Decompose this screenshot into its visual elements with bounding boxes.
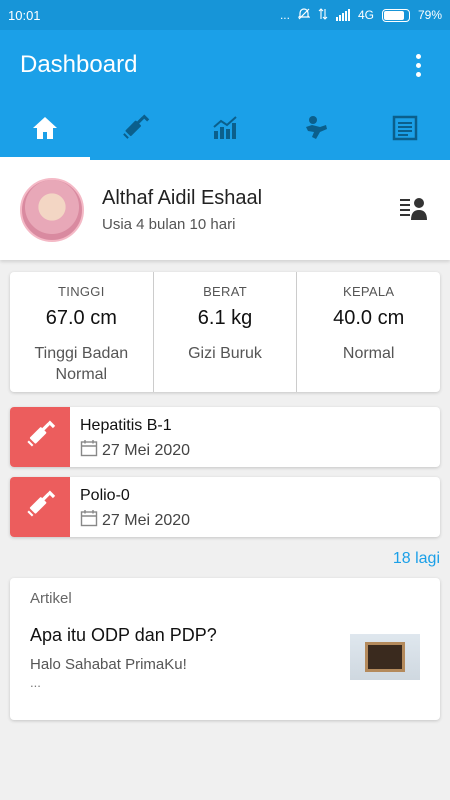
- article-card[interactable]: Artikel Apa itu ODP dan PDP? Halo Sahaba…: [10, 578, 440, 720]
- page-title: Dashboard: [20, 51, 138, 78]
- article-thumbnail: [350, 634, 420, 680]
- tab-development[interactable]: [270, 100, 360, 160]
- syringe-icon: [24, 489, 56, 526]
- status-time: 10:01: [8, 7, 41, 23]
- vaccine-date-row: 27 Mei 2020: [80, 439, 190, 462]
- child-name: Althaf Aidil Eshaal: [102, 187, 263, 209]
- notes-icon: [390, 113, 420, 148]
- stat-label: KEPALA: [342, 284, 395, 299]
- network-type: 4G: [357, 8, 374, 22]
- child-age: Usia 4 bulan 10 hari: [102, 216, 236, 233]
- stat-label: TINGGI: [58, 284, 105, 299]
- data-transfer-icon: [318, 7, 328, 23]
- avatar: [20, 178, 84, 242]
- stat-weight: BERAT 6.1 kg Gizi Buruk: [154, 272, 298, 392]
- stat-height: TINGGI 67.0 cm Tinggi Badan Normal: [10, 272, 154, 392]
- stat-value: 40.0 cm: [333, 307, 405, 329]
- stat-status: Tinggi Badan Normal: [34, 345, 129, 383]
- home-icon: [30, 113, 60, 148]
- tab-bar: [0, 100, 450, 160]
- article-section-label: Artikel: [30, 590, 72, 607]
- stat-label: BERAT: [203, 284, 247, 299]
- signal-icon: [335, 9, 350, 21]
- switch-profile-button[interactable]: [396, 193, 430, 227]
- vaccine-badge: [10, 477, 70, 537]
- syringe-icon: [120, 113, 150, 148]
- stat-value: 67.0 cm: [45, 307, 117, 329]
- tab-notes[interactable]: [360, 100, 450, 160]
- growth-stats-card[interactable]: TINGGI 67.0 cm Tinggi Badan Normal BERAT…: [10, 272, 440, 392]
- vaccine-item[interactable]: Polio-0 27 Mei 2020: [10, 477, 440, 537]
- stat-status: Gizi Buruk: [188, 345, 262, 362]
- battery-icon: [381, 8, 410, 22]
- app-bar: Dashboard: [0, 30, 450, 100]
- child-development-icon: [300, 113, 330, 148]
- vaccine-date-row: 27 Mei 2020: [80, 509, 190, 532]
- notification-dots: ...: [279, 8, 290, 22]
- growth-chart-icon: [210, 113, 240, 148]
- stat-status: Normal: [342, 345, 395, 362]
- tab-immunization[interactable]: [90, 100, 180, 160]
- calendar-icon: [80, 509, 98, 532]
- status-bar: 10:01 ... 4G 79%: [0, 0, 450, 30]
- stat-value: 6.1 kg: [197, 307, 253, 329]
- tab-growth[interactable]: [180, 100, 270, 160]
- vaccine-date: 27 Mei 2020: [102, 511, 191, 529]
- profile-list-icon: [398, 194, 428, 227]
- child-profile[interactable]: Althaf Aidil Eshaal Usia 4 bulan 10 hari: [0, 160, 450, 260]
- vaccine-name: Hepatitis B-1: [80, 417, 172, 434]
- syringe-icon: [24, 419, 56, 456]
- vaccine-name: Polio-0: [80, 487, 130, 504]
- overflow-menu-icon[interactable]: [406, 53, 430, 77]
- more-vaccines-link[interactable]: 18 lagi: [393, 550, 440, 568]
- tab-home[interactable]: [0, 100, 90, 160]
- alarm-off-icon: [297, 7, 311, 23]
- vaccine-date: 27 Mei 2020: [102, 441, 191, 459]
- calendar-icon: [80, 439, 98, 462]
- battery-percent: 79%: [417, 8, 442, 22]
- vaccine-badge: [10, 407, 70, 467]
- stat-head: KEPALA 40.0 cm Normal: [297, 272, 440, 392]
- vaccine-item[interactable]: Hepatitis B-1 27 Mei 2020: [10, 407, 440, 467]
